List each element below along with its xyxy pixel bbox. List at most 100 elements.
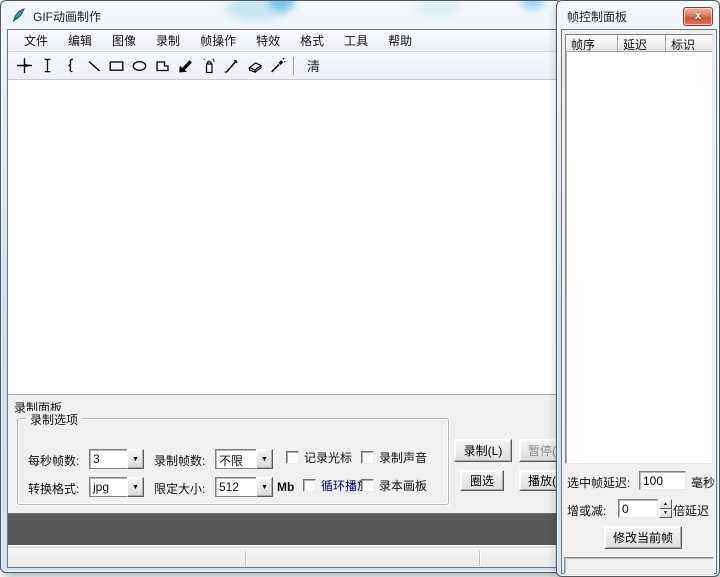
eraser-icon	[246, 58, 264, 74]
spinner-up-icon[interactable]	[659, 499, 672, 509]
format-combobox[interactable]: jpg	[89, 477, 144, 497]
frame-panel-titlebar[interactable]: 帧控制面板	[557, 1, 719, 29]
record-sound-checkbox[interactable]: 录制声音	[361, 450, 427, 464]
size-limit-dropdown-button[interactable]	[256, 477, 273, 497]
record-board-label: 录本画板	[379, 477, 427, 494]
frame-control-panel-window: 帧控制面板 帧序 延迟 标识 选中帧延迟: 毫秒 增或减: 倍延迟 修改当前帧	[556, 0, 720, 577]
toolbar-separator	[293, 57, 294, 75]
menu-format[interactable]: 格式	[290, 29, 334, 52]
format-value: jpg	[89, 477, 128, 497]
adjust-unit-label: 倍延迟	[673, 502, 709, 519]
rectangle-icon	[108, 58, 125, 74]
selected-frame-delay-label: 选中帧延迟:	[567, 474, 630, 491]
frame-listview[interactable]: 帧序 延迟 标识	[565, 34, 713, 464]
menu-effects[interactable]: 特效	[246, 29, 290, 52]
status-divider	[479, 551, 480, 566]
lasso-select-button[interactable]: 圈选	[460, 470, 504, 491]
adjust-label: 增或减:	[567, 502, 606, 519]
spinner-down-icon[interactable]	[659, 509, 672, 519]
fps-dropdown-button[interactable]	[127, 449, 144, 469]
rectangle-tool-button[interactable]	[105, 54, 128, 77]
menu-tools[interactable]: 工具	[334, 29, 378, 52]
menu-bar: 文件 编辑 图像 录制 帧操作 特效 格式 工具 帮助	[8, 30, 563, 52]
main-client-area: 文件 编辑 图像 录制 帧操作 特效 格式 工具 帮助	[7, 29, 563, 568]
size-limit-combobox[interactable]: 512	[215, 477, 273, 497]
arrow-icon	[177, 57, 194, 74]
frame-count-value: 不限	[215, 449, 257, 469]
frame-panel-title: 帧控制面板	[567, 8, 627, 25]
close-icon[interactable]	[683, 7, 713, 26]
picker-tool-button[interactable]	[266, 54, 289, 77]
crosshair-icon	[16, 57, 33, 74]
main-titlebar[interactable]: GIF动画制作	[1, 1, 561, 29]
menu-help[interactable]: 帮助	[378, 29, 422, 52]
menu-image[interactable]: 图像	[102, 29, 146, 52]
spray-tool-button[interactable]	[197, 54, 220, 77]
frame-panel-status-bar	[564, 557, 714, 574]
format-dropdown-button[interactable]	[127, 477, 144, 497]
menu-frame-ops[interactable]: 帧操作	[190, 29, 246, 52]
fps-label: 每秒帧数:	[28, 452, 79, 469]
format-label: 转换格式:	[28, 480, 79, 497]
record-cursor-checkbox[interactable]: 记录光标	[286, 450, 352, 464]
column-header-flag[interactable]: 标识	[666, 35, 712, 52]
checkbox-box[interactable]	[286, 451, 299, 464]
line-icon	[86, 58, 102, 74]
status-divider	[245, 551, 246, 566]
ellipse-tool-button[interactable]	[128, 54, 151, 77]
frame-count-label: 录制帧数:	[154, 452, 205, 469]
column-header-delay[interactable]: 延迟	[618, 35, 666, 52]
recording-options-caption: 录制选项	[26, 411, 82, 428]
recording-panel: 录制面板 录制选项 每秒帧数: 3 录制帧数: 不限	[8, 395, 563, 511]
frame-list-header: 帧序 延迟 标识	[566, 35, 712, 52]
bottom-dark-bar	[8, 513, 563, 545]
drawing-canvas[interactable]	[8, 80, 563, 395]
checkbox-box[interactable]	[361, 479, 374, 492]
clear-button[interactable]: 清	[301, 54, 326, 77]
main-status-bar	[8, 547, 563, 568]
adjust-multiplier-input[interactable]	[618, 499, 658, 518]
arrow-tool-button[interactable]	[174, 54, 197, 77]
frame-panel-client: 帧序 延迟 标识 选中帧延迟: 毫秒 增或减: 倍延迟 修改当前帧	[561, 29, 717, 574]
menu-edit[interactable]: 编辑	[58, 29, 102, 52]
eraser-tool-button[interactable]	[243, 54, 266, 77]
crosshair-tool-button[interactable]	[13, 54, 36, 77]
polygon-tool-button[interactable]	[151, 54, 174, 77]
main-window: GIF动画制作 文件 编辑 图像 录制 帧操作 特效 格式 工具 帮助	[0, 0, 562, 573]
checkbox-box[interactable]	[303, 479, 316, 492]
menu-record[interactable]: 录制	[146, 29, 190, 52]
recording-options-group: 录制选项 每秒帧数: 3 录制帧数: 不限 记录光标	[17, 418, 449, 505]
frame-count-dropdown-button[interactable]	[256, 449, 273, 469]
curve-icon	[63, 57, 78, 74]
curve-tool-button[interactable]	[59, 54, 82, 77]
fps-combobox[interactable]: 3	[89, 449, 144, 469]
app-icon	[11, 7, 27, 23]
size-unit-label: Mb	[277, 480, 294, 494]
record-board-checkbox[interactable]: 录本画板	[361, 478, 427, 492]
pen-cut-tool-button[interactable]	[220, 54, 243, 77]
record-sound-label: 录制声音	[379, 449, 427, 466]
fps-value: 3	[89, 449, 128, 469]
desktop: GIF动画制作 文件 编辑 图像 录制 帧操作 特效 格式 工具 帮助	[0, 0, 720, 577]
checkbox-box[interactable]	[361, 451, 374, 464]
text-tool-button[interactable]	[36, 54, 59, 77]
modify-current-frame-button[interactable]: 修改当前帧	[604, 526, 682, 549]
loop-play-checkbox[interactable]: 循环播放	[303, 478, 369, 492]
pen-cut-icon	[223, 57, 240, 74]
picker-pen-icon	[269, 57, 286, 74]
polygon-icon	[154, 58, 171, 74]
spray-can-icon	[201, 57, 217, 75]
menu-file[interactable]: 文件	[14, 29, 58, 52]
text-cursor-icon	[40, 57, 55, 74]
drawing-toolbar: 清	[8, 52, 563, 80]
line-tool-button[interactable]	[82, 54, 105, 77]
adjust-spinner[interactable]	[659, 499, 672, 518]
column-header-frame-index[interactable]: 帧序	[566, 35, 618, 52]
delay-unit-label: 毫秒	[691, 474, 715, 491]
record-cursor-label: 记录光标	[304, 449, 352, 466]
size-limit-value: 512	[215, 477, 257, 497]
size-limit-label: 限定大小:	[154, 480, 205, 497]
frame-count-combobox[interactable]: 不限	[215, 449, 273, 469]
frame-delay-input[interactable]	[639, 471, 686, 490]
record-button[interactable]: 录制(L)	[454, 439, 512, 462]
